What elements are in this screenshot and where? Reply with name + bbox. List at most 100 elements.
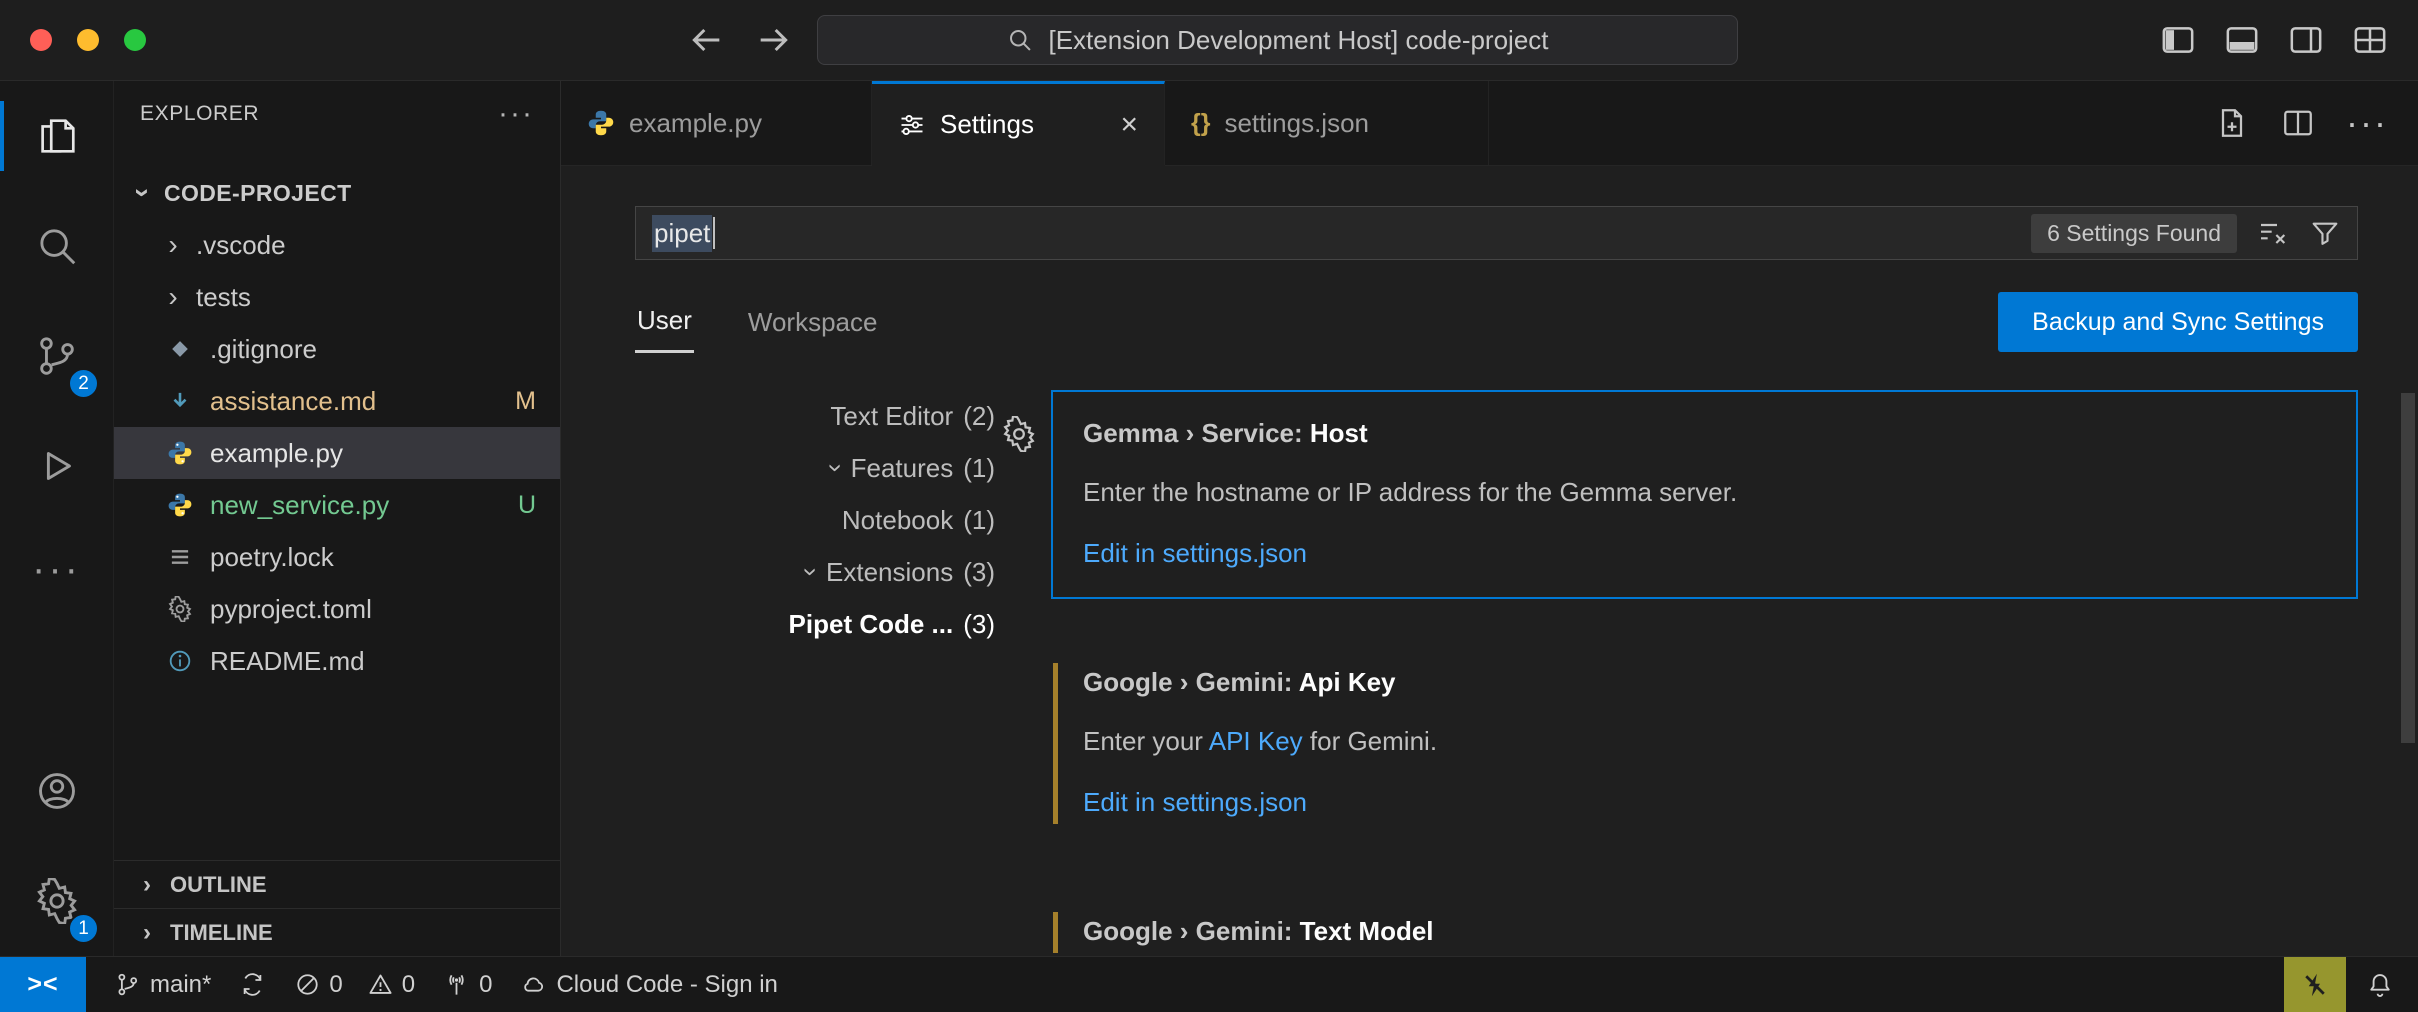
setting-category: Google › Gemini:: [1083, 916, 1300, 946]
chevron-right-icon: ›: [160, 231, 186, 259]
setting-google-gemini-text-model[interactable]: Google › Gemini: Text Model: [1051, 888, 2358, 956]
toggle-secondary-sidebar-button[interactable]: [2286, 20, 2326, 60]
views-more-actions-button[interactable]: ···: [498, 97, 534, 131]
edit-in-settings-json-link[interactable]: Edit in settings.json: [1083, 787, 2326, 818]
cloud-icon: [520, 971, 547, 998]
search-icon: [34, 223, 80, 269]
more-views-button[interactable]: ···: [0, 521, 113, 631]
toc-item-pipet-code[interactable]: Pipet Code ... (3): [635, 598, 995, 650]
sidebar-title: EXPLORER: [140, 102, 259, 126]
tree-item-gitignore[interactable]: .gitignore: [114, 323, 560, 375]
editor-group: example.py Settings × {} settings.json: [561, 81, 2418, 956]
file-label: poetry.lock: [210, 542, 334, 573]
toc-count: (3): [963, 557, 995, 588]
editor-scrollbar[interactable]: [2401, 393, 2415, 743]
layout-controls: [2158, 20, 2390, 60]
settings-search-input[interactable]: pipet 6 Settings Found: [635, 206, 2358, 260]
toc-label: Notebook: [842, 505, 953, 536]
problems-status-item[interactable]: 0 0: [294, 971, 415, 999]
split-editor-button[interactable]: [2280, 105, 2316, 141]
toggle-sidebar-button[interactable]: [2158, 20, 2198, 60]
filter-button[interactable]: [2309, 217, 2341, 249]
file-label: .gitignore: [210, 334, 317, 365]
explorer-activity-button[interactable]: [0, 81, 113, 191]
text-cursor: [713, 217, 715, 249]
ports-count: 0: [479, 971, 492, 999]
tree-item-vscode[interactable]: › .vscode: [114, 219, 560, 271]
git-untracked-badge: U: [518, 491, 536, 520]
tree-item-pyproject-toml[interactable]: pyproject.toml: [114, 583, 560, 635]
tree-item-readme-md[interactable]: README.md: [114, 635, 560, 687]
clear-search-filters-button[interactable]: [2257, 217, 2289, 249]
toc-count: (1): [963, 453, 995, 484]
settings-toc: Text Editor (2) › Features (1) Notebook …: [635, 390, 995, 956]
toc-item-features[interactable]: › Features (1): [635, 442, 995, 494]
tree-item-example-py[interactable]: example.py: [114, 427, 560, 479]
setting-gemma-service-host[interactable]: Gemma › Service: Host Enter the hostname…: [1051, 390, 2358, 599]
tree-item-poetry-lock[interactable]: poetry.lock: [114, 531, 560, 583]
chevron-right-icon: ›: [134, 873, 160, 897]
toc-item-extensions[interactable]: › Extensions (3): [635, 546, 995, 598]
setting-description: Enter your API Key for Gemini.: [1083, 726, 2326, 757]
timeline-section-header[interactable]: › TIMELINE: [114, 908, 560, 956]
forward-button[interactable]: [754, 20, 794, 60]
remote-indicator[interactable]: ><: [0, 957, 86, 1012]
tab-settings-json[interactable]: {} settings.json: [1165, 81, 1489, 165]
command-center[interactable]: [Extension Development Host] code-projec…: [817, 15, 1738, 65]
api-key-link[interactable]: API Key: [1209, 726, 1303, 756]
back-button[interactable]: [686, 20, 726, 60]
accounts-button[interactable]: [0, 736, 113, 846]
close-tab-icon[interactable]: ×: [1120, 108, 1138, 142]
toml-gear-icon: [164, 596, 196, 622]
toc-item-text-editor[interactable]: Text Editor (2): [635, 390, 995, 442]
cloud-code-status-item[interactable]: Cloud Code - Sign in: [520, 971, 777, 999]
settings-gear-button[interactable]: 1: [0, 846, 113, 956]
chevron-right-icon: ›: [134, 921, 160, 945]
branch-status-item[interactable]: main*: [114, 971, 211, 999]
tree-item-new-service-py[interactable]: new_service.py U: [114, 479, 560, 531]
notifications-bell-button[interactable]: [2366, 971, 2394, 999]
tab-label: example.py: [629, 108, 762, 139]
editor-actions: ···: [2214, 81, 2418, 165]
tree-item-assistance-md[interactable]: assistance.md M: [114, 375, 560, 427]
customize-layout-button[interactable]: [2350, 20, 2390, 60]
modified-indicator: [1053, 663, 1058, 824]
toggle-panel-button[interactable]: [2222, 20, 2262, 60]
extension-host-alert-item[interactable]: [2284, 957, 2346, 1012]
source-control-activity-button[interactable]: 2: [0, 301, 113, 411]
search-icon: [1006, 26, 1034, 54]
run-debug-activity-button[interactable]: [0, 411, 113, 521]
ports-status-item[interactable]: 0: [443, 971, 492, 999]
lock-file-icon: [164, 544, 196, 570]
sync-status-item[interactable]: [239, 971, 266, 998]
setting-google-gemini-api-key[interactable]: Google › Gemini: Api Key Enter your API …: [1051, 639, 2358, 848]
settings-list: Gemma › Service: Host Enter the hostname…: [1051, 390, 2358, 956]
setting-gear-icon[interactable]: [1001, 416, 1037, 452]
outline-section-header[interactable]: › OUTLINE: [114, 860, 560, 908]
more-actions-button[interactable]: ···: [2346, 102, 2388, 144]
chevron-down-icon: ›: [799, 568, 825, 577]
toc-label: Text Editor: [830, 401, 953, 432]
open-settings-json-button[interactable]: [2214, 105, 2250, 141]
git-file-icon: [164, 336, 196, 362]
file-label: assistance.md: [210, 386, 376, 417]
tab-settings[interactable]: Settings ×: [872, 81, 1165, 165]
backup-sync-settings-button[interactable]: Backup and Sync Settings: [1998, 292, 2358, 352]
minimize-window-button[interactable]: [77, 29, 99, 51]
toc-item-notebook[interactable]: Notebook (1): [635, 494, 995, 546]
tree-root-folder[interactable]: › CODE-PROJECT: [114, 167, 560, 219]
scope-tab-user[interactable]: User: [635, 291, 694, 353]
tree-item-tests[interactable]: › tests: [114, 271, 560, 323]
toc-count: (1): [963, 505, 995, 536]
close-window-button[interactable]: [30, 29, 52, 51]
sync-icon: [239, 971, 266, 998]
zoom-window-button[interactable]: [124, 29, 146, 51]
vscode-window: [Extension Development Host] code-projec…: [0, 0, 2418, 1012]
git-modified-badge: M: [515, 387, 536, 416]
search-activity-button[interactable]: [0, 191, 113, 301]
edit-in-settings-json-link[interactable]: Edit in settings.json: [1083, 538, 2326, 569]
tab-label: settings.json: [1224, 108, 1369, 139]
tab-example-py[interactable]: example.py: [561, 81, 872, 165]
scope-tab-workspace[interactable]: Workspace: [746, 293, 880, 352]
lightning-slash-icon: [2300, 970, 2330, 1000]
